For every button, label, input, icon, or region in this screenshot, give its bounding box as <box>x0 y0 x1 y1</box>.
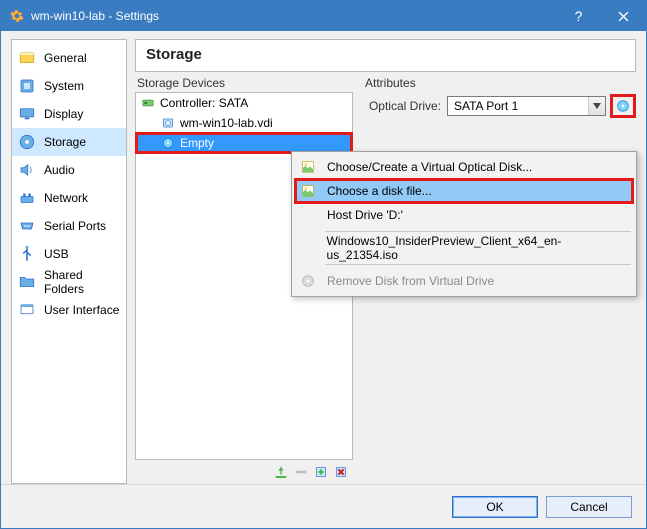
sidebar-item-label: Storage <box>44 135 86 149</box>
sidebar-item-display[interactable]: Display <box>12 100 126 128</box>
sidebar-item-storage[interactable]: Storage <box>12 128 126 156</box>
sidebar-item-shared-folders[interactable]: Shared Folders <box>12 268 126 296</box>
blank-icon <box>299 206 317 224</box>
page-header: Storage <box>135 39 636 72</box>
display-icon <box>18 105 36 123</box>
controller-row[interactable]: Controller: SATA <box>136 93 352 113</box>
dialog-footer: OK Cancel <box>1 484 646 528</box>
chevron-down-icon <box>588 97 605 115</box>
sidebar-item-label: Shared Folders <box>44 268 120 296</box>
menu-item-label: Choose a disk file... <box>327 184 432 198</box>
sidebar-item-label: Serial Ports <box>44 219 106 233</box>
sidebar-item-general[interactable]: General <box>12 44 126 72</box>
menu-separator <box>325 264 631 265</box>
folder-icon <box>18 273 36 291</box>
menu-iso-recent[interactable]: Windows10_InsiderPreview_Client_x64_en-u… <box>295 236 633 260</box>
window-title: wm-win10-lab - Settings <box>31 9 556 23</box>
sidebar-item-network[interactable]: Network <box>12 184 126 212</box>
sidebar-item-label: Network <box>44 191 88 205</box>
menu-item-label: Choose/Create a Virtual Optical Disk... <box>327 160 532 174</box>
sidebar-item-label: Display <box>44 107 83 121</box>
close-button[interactable] <box>601 1 646 31</box>
usb-icon <box>18 245 36 263</box>
gear-icon <box>9 8 25 24</box>
sidebar-item-label: System <box>44 79 84 93</box>
remove-controller-button[interactable] <box>293 464 309 480</box>
ok-button[interactable]: OK <box>452 496 538 518</box>
sidebar-item-system[interactable]: System <box>12 72 126 100</box>
sidebar-item-user-interface[interactable]: User Interface <box>12 296 126 324</box>
menu-choose-create-disk[interactable]: Choose/Create a Virtual Optical Disk... <box>295 155 633 179</box>
menu-item-label: Windows10_InsiderPreview_Client_x64_en-u… <box>327 234 625 262</box>
add-controller-button[interactable] <box>273 464 289 480</box>
storage-toolbar <box>135 460 353 484</box>
sidebar-item-label: User Interface <box>44 303 119 317</box>
menu-remove-disk: Remove Disk from Virtual Drive <box>295 269 633 293</box>
ui-icon <box>18 301 36 319</box>
general-icon <box>18 49 36 67</box>
controller-label: Controller: SATA <box>160 96 248 110</box>
titlebar: wm-win10-lab - Settings ? <box>1 1 646 31</box>
system-icon <box>18 77 36 95</box>
attributes-label: Attributes <box>363 76 636 92</box>
help-button[interactable]: ? <box>556 1 601 31</box>
hdd-icon <box>160 115 176 131</box>
settings-sidebar: General System Display Storage Audio Net… <box>11 39 127 484</box>
page-title: Storage <box>146 46 625 63</box>
sidebar-item-label: USB <box>44 247 69 261</box>
choose-disk-button[interactable] <box>612 96 634 116</box>
sidebar-item-serial-ports[interactable]: Serial Ports <box>12 212 126 240</box>
remove-disk-icon <box>299 272 317 290</box>
disk-context-menu: Choose/Create a Virtual Optical Disk... … <box>291 151 637 297</box>
cd-icon <box>160 135 176 151</box>
disk-image-icon <box>299 158 317 176</box>
blank-icon <box>299 239 317 257</box>
menu-host-drive[interactable]: Host Drive 'D:' <box>295 203 633 227</box>
serial-icon <box>18 217 36 235</box>
sidebar-item-label: General <box>44 51 87 65</box>
audio-icon <box>18 161 36 179</box>
controller-icon <box>140 95 156 111</box>
disk-label: wm-win10-lab.vdi <box>180 116 273 130</box>
add-attachment-button[interactable] <box>313 464 329 480</box>
cancel-button[interactable]: Cancel <box>546 496 632 518</box>
optical-drive-combo[interactable]: SATA Port 1 <box>447 96 606 116</box>
optical-row-selected[interactable]: Empty <box>136 133 352 153</box>
optical-drive-label: Optical Drive: <box>365 99 441 113</box>
menu-item-label: Remove Disk from Virtual Drive <box>327 274 494 288</box>
disk-image-icon <box>299 182 317 200</box>
menu-item-label: Host Drive 'D:' <box>327 208 403 222</box>
disk-row[interactable]: wm-win10-lab.vdi <box>136 113 352 133</box>
settings-window: wm-win10-lab - Settings ? General System… <box>0 0 647 529</box>
storage-devices-label: Storage Devices <box>135 76 353 92</box>
sidebar-item-audio[interactable]: Audio <box>12 156 126 184</box>
menu-choose-disk-file[interactable]: Choose a disk file... <box>295 179 633 203</box>
storage-icon <box>18 133 36 151</box>
disk-label: Empty <box>180 136 214 150</box>
network-icon <box>18 189 36 207</box>
remove-attachment-button[interactable] <box>333 464 349 480</box>
sidebar-item-label: Audio <box>44 163 75 177</box>
menu-separator <box>325 231 631 232</box>
optical-drive-value: SATA Port 1 <box>454 99 518 113</box>
sidebar-item-usb[interactable]: USB <box>12 240 126 268</box>
